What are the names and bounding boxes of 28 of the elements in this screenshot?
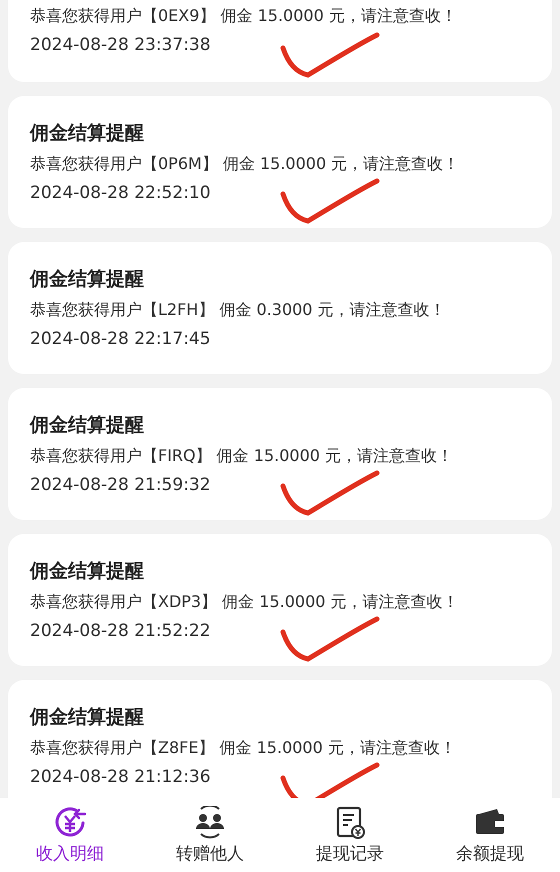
notification-title: 佣金结算提醒 — [30, 559, 145, 584]
nav-tab[interactable]: 提现记录 — [280, 806, 420, 872]
notification-title: 佣金结算提醒 — [30, 267, 145, 292]
notification-title: 佣金结算提醒 — [30, 705, 145, 730]
notification-time: 2024-08-28 21:52:22 — [30, 620, 212, 643]
notification-time: 2024-08-28 22:52:10 — [30, 182, 212, 205]
notification-time: 2024-08-28 23:37:38 — [30, 34, 212, 57]
notification-message: 恭喜您获得用户【0EX9】 佣金 15.0000 元，请注意查收！ — [30, 5, 458, 27]
nav-tab[interactable]: 转赠他人 — [140, 806, 280, 872]
notification-message: 恭喜您获得用户【FIRQ】 佣金 15.0000 元，请注意查收！ — [30, 445, 454, 467]
notification-time: 2024-08-28 21:12:36 — [30, 766, 212, 789]
nav-tab[interactable]: 收入明细 — [0, 806, 140, 872]
notification-card[interactable]: 恭喜您获得用户【0EX9】 佣金 15.0000 元，请注意查收！ 2024-08-28 23:37:38 — [8, 0, 552, 82]
notification-title: 佣金结算提醒 — [30, 121, 145, 146]
notification-card[interactable]: 佣金结算提醒 恭喜您获得用户【XDP3】 佣金 15.0000 元，请注意查收！ 2024-08-28 21:52:22 — [8, 534, 552, 666]
people-exchange-icon — [193, 806, 227, 840]
notification-message: 恭喜您获得用户【XDP3】 佣金 15.0000 元，请注意查收！ — [30, 591, 460, 613]
notification-message: 恭喜您获得用户【Z8FE】 佣金 15.0000 元，请注意查收！ — [30, 737, 457, 759]
notification-card[interactable]: 佣金结算提醒 恭喜您获得用户【0P6M】 佣金 15.0000 元，请注意查收！ 2024-08-28 22:52:10 — [8, 96, 552, 228]
notification-message: 恭喜您获得用户【L2FH】 佣金 0.3000 元，请注意查收！ — [30, 299, 447, 321]
notification-card[interactable]: 佣金结算提醒 恭喜您获得用户【FIRQ】 佣金 15.0000 元，请注意查收！ 2024-08-28 21:59:32 — [8, 388, 552, 520]
notification-card[interactable]: 佣金结算提醒 恭喜您获得用户【Z8FE】 佣金 15.0000 元，请注意查收！ 2024-08-28 21:12:36 — [8, 680, 552, 798]
notification-time: 2024-08-28 21:59:32 — [30, 474, 212, 497]
notification-card[interactable]: 佣金结算提醒 恭喜您获得用户【L2FH】 佣金 0.3000 元，请注意查收！ 2024-08-28 22:17:45 — [8, 242, 552, 374]
nav-tab[interactable]: 余额提现 — [420, 806, 560, 872]
notification-time: 2024-08-28 22:17:45 — [30, 328, 212, 351]
notification-message: 恭喜您获得用户【0P6M】 佣金 15.0000 元，请注意查收！ — [30, 153, 460, 175]
notification-title: 佣金结算提醒 — [30, 413, 145, 438]
